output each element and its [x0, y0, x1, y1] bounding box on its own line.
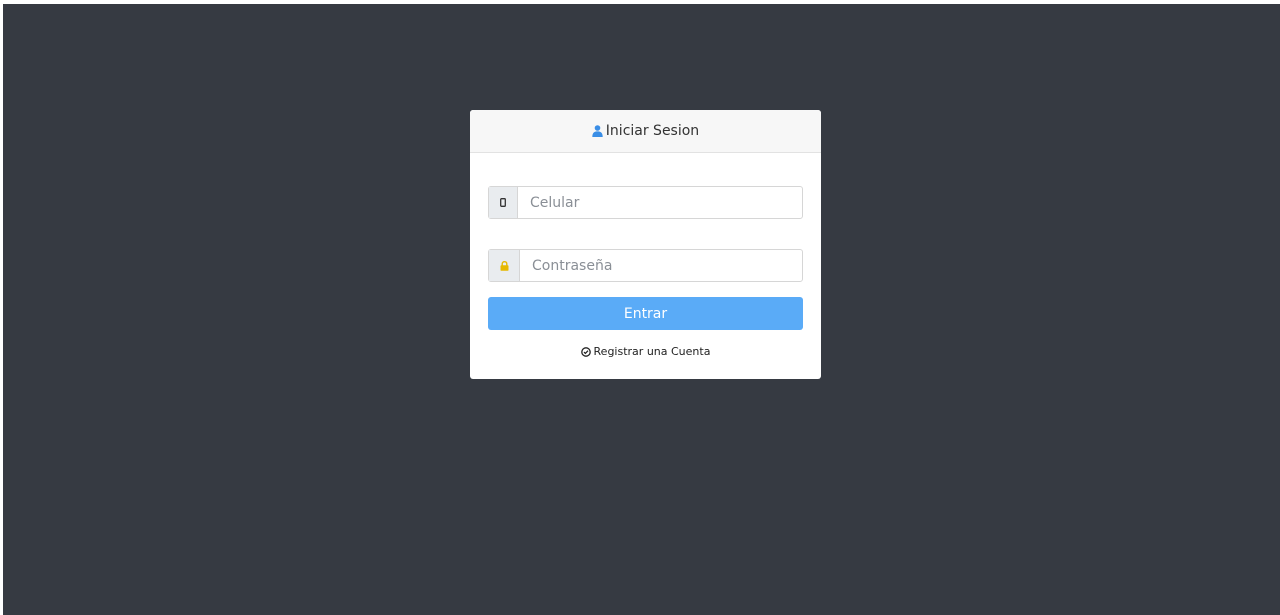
phone-input[interactable] — [518, 187, 802, 218]
mobile-phone-icon — [500, 198, 506, 207]
password-input[interactable] — [520, 250, 802, 281]
login-card-header: Iniciar Sesion — [470, 110, 821, 153]
login-button[interactable]: Entrar — [488, 297, 803, 330]
check-circle-icon — [580, 346, 591, 357]
password-addon — [489, 250, 520, 281]
login-card: Iniciar Sesion Celular Entrar Registrar … — [470, 110, 821, 379]
page: Iniciar Sesion Celular Entrar Registrar … — [0, 0, 1280, 615]
phone-input-group — [488, 186, 803, 219]
phone-addon — [489, 187, 518, 218]
user-icon — [592, 125, 603, 137]
password-input-group — [488, 249, 803, 282]
page-background: Iniciar Sesion Celular Entrar Registrar … — [3, 4, 1280, 615]
lock-icon — [500, 260, 508, 271]
register-link[interactable]: Registrar una Cuenta — [470, 345, 821, 358]
login-title: Iniciar Sesion — [592, 123, 699, 139]
register-link-label: Registrar una Cuenta — [593, 345, 711, 358]
login-title-text: Iniciar Sesion — [605, 123, 700, 139]
